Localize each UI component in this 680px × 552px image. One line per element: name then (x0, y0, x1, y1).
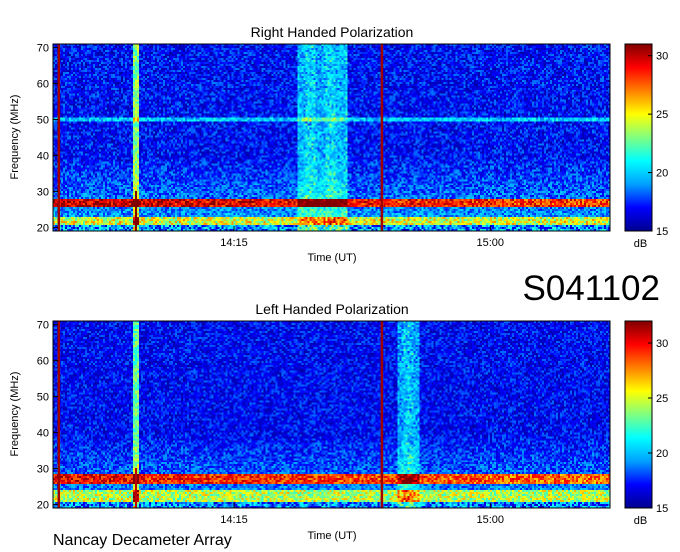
colorbar-unit-label: dB (634, 238, 647, 250)
x-tick-label: 15:00 (476, 237, 504, 249)
colorbar-unit-label: dB (634, 515, 647, 527)
spectrogram-image (53, 44, 610, 231)
y-tick-label: 20 (37, 222, 49, 234)
colorbar-tick-label: 20 (656, 168, 668, 180)
instrument-name: Nancay Decameter Array (53, 532, 232, 549)
y-tick-label: 20 (37, 499, 49, 511)
vertical-interference-line (380, 321, 384, 508)
colorbar-gradient (624, 320, 653, 509)
left-polarization-panel: Left Handed Polarization 20 30 40 50 60 70 14… (9, 301, 668, 542)
y-tick-label: 70 (37, 43, 49, 55)
y-tick-label: 30 (37, 463, 49, 475)
colorbar-tick-label: 25 (656, 109, 668, 121)
panel-title: Right Handed Polarization (251, 24, 414, 40)
right-polarization-panel: Right Handed Polarization 20 30 40 50 60 70 1… (9, 24, 668, 264)
colorbar-gradient (624, 43, 653, 232)
heatmap-plot-area (53, 321, 610, 508)
colorbar-tick-label: 30 (656, 338, 668, 350)
colorbar-tick-label: 15 (656, 503, 668, 515)
x-axis-label: Time (UT) (307, 530, 356, 542)
colorbar-tick-label: 25 (656, 393, 668, 405)
y-tick-label: 70 (37, 320, 49, 332)
colorbar-tick-label: 15 (656, 226, 668, 238)
x-tick-label: 15:00 (476, 514, 504, 526)
vertical-interference-line (380, 44, 384, 231)
y-axis-label: Frequency (MHz) (9, 372, 21, 457)
y-tick-label: 40 (37, 150, 49, 162)
x-tick-label: 14:15 (220, 514, 248, 526)
spectrogram-image (53, 321, 610, 508)
y-axis-label: Frequency (MHz) (9, 95, 21, 180)
y-tick-label: 60 (37, 356, 49, 368)
y-tick-label: 60 (37, 79, 49, 91)
colorbar-tick-label: 20 (656, 448, 668, 460)
panel-title: Left Handed Polarization (255, 301, 408, 317)
vertical-interference-line (57, 44, 61, 231)
colorbar-tick-label: 30 (656, 51, 668, 63)
y-tick-label: 50 (37, 115, 49, 127)
y-tick-label: 50 (37, 392, 49, 404)
heatmap-plot-area (53, 44, 610, 231)
observation-id: S041102 (522, 269, 660, 308)
colorbar: 15 20 25 30 dB (624, 43, 668, 250)
vertical-interference-line (57, 321, 61, 508)
y-tick-label: 30 (37, 186, 49, 198)
y-tick-label: 40 (37, 427, 49, 439)
x-axis-label: Time (UT) (307, 252, 356, 264)
x-tick-label: 14:15 (220, 237, 248, 249)
spectrogram-figure: Right Handed Polarization 20 30 40 50 60 70 1… (9, 24, 668, 549)
colorbar: 15 20 25 30 dB (624, 320, 668, 527)
